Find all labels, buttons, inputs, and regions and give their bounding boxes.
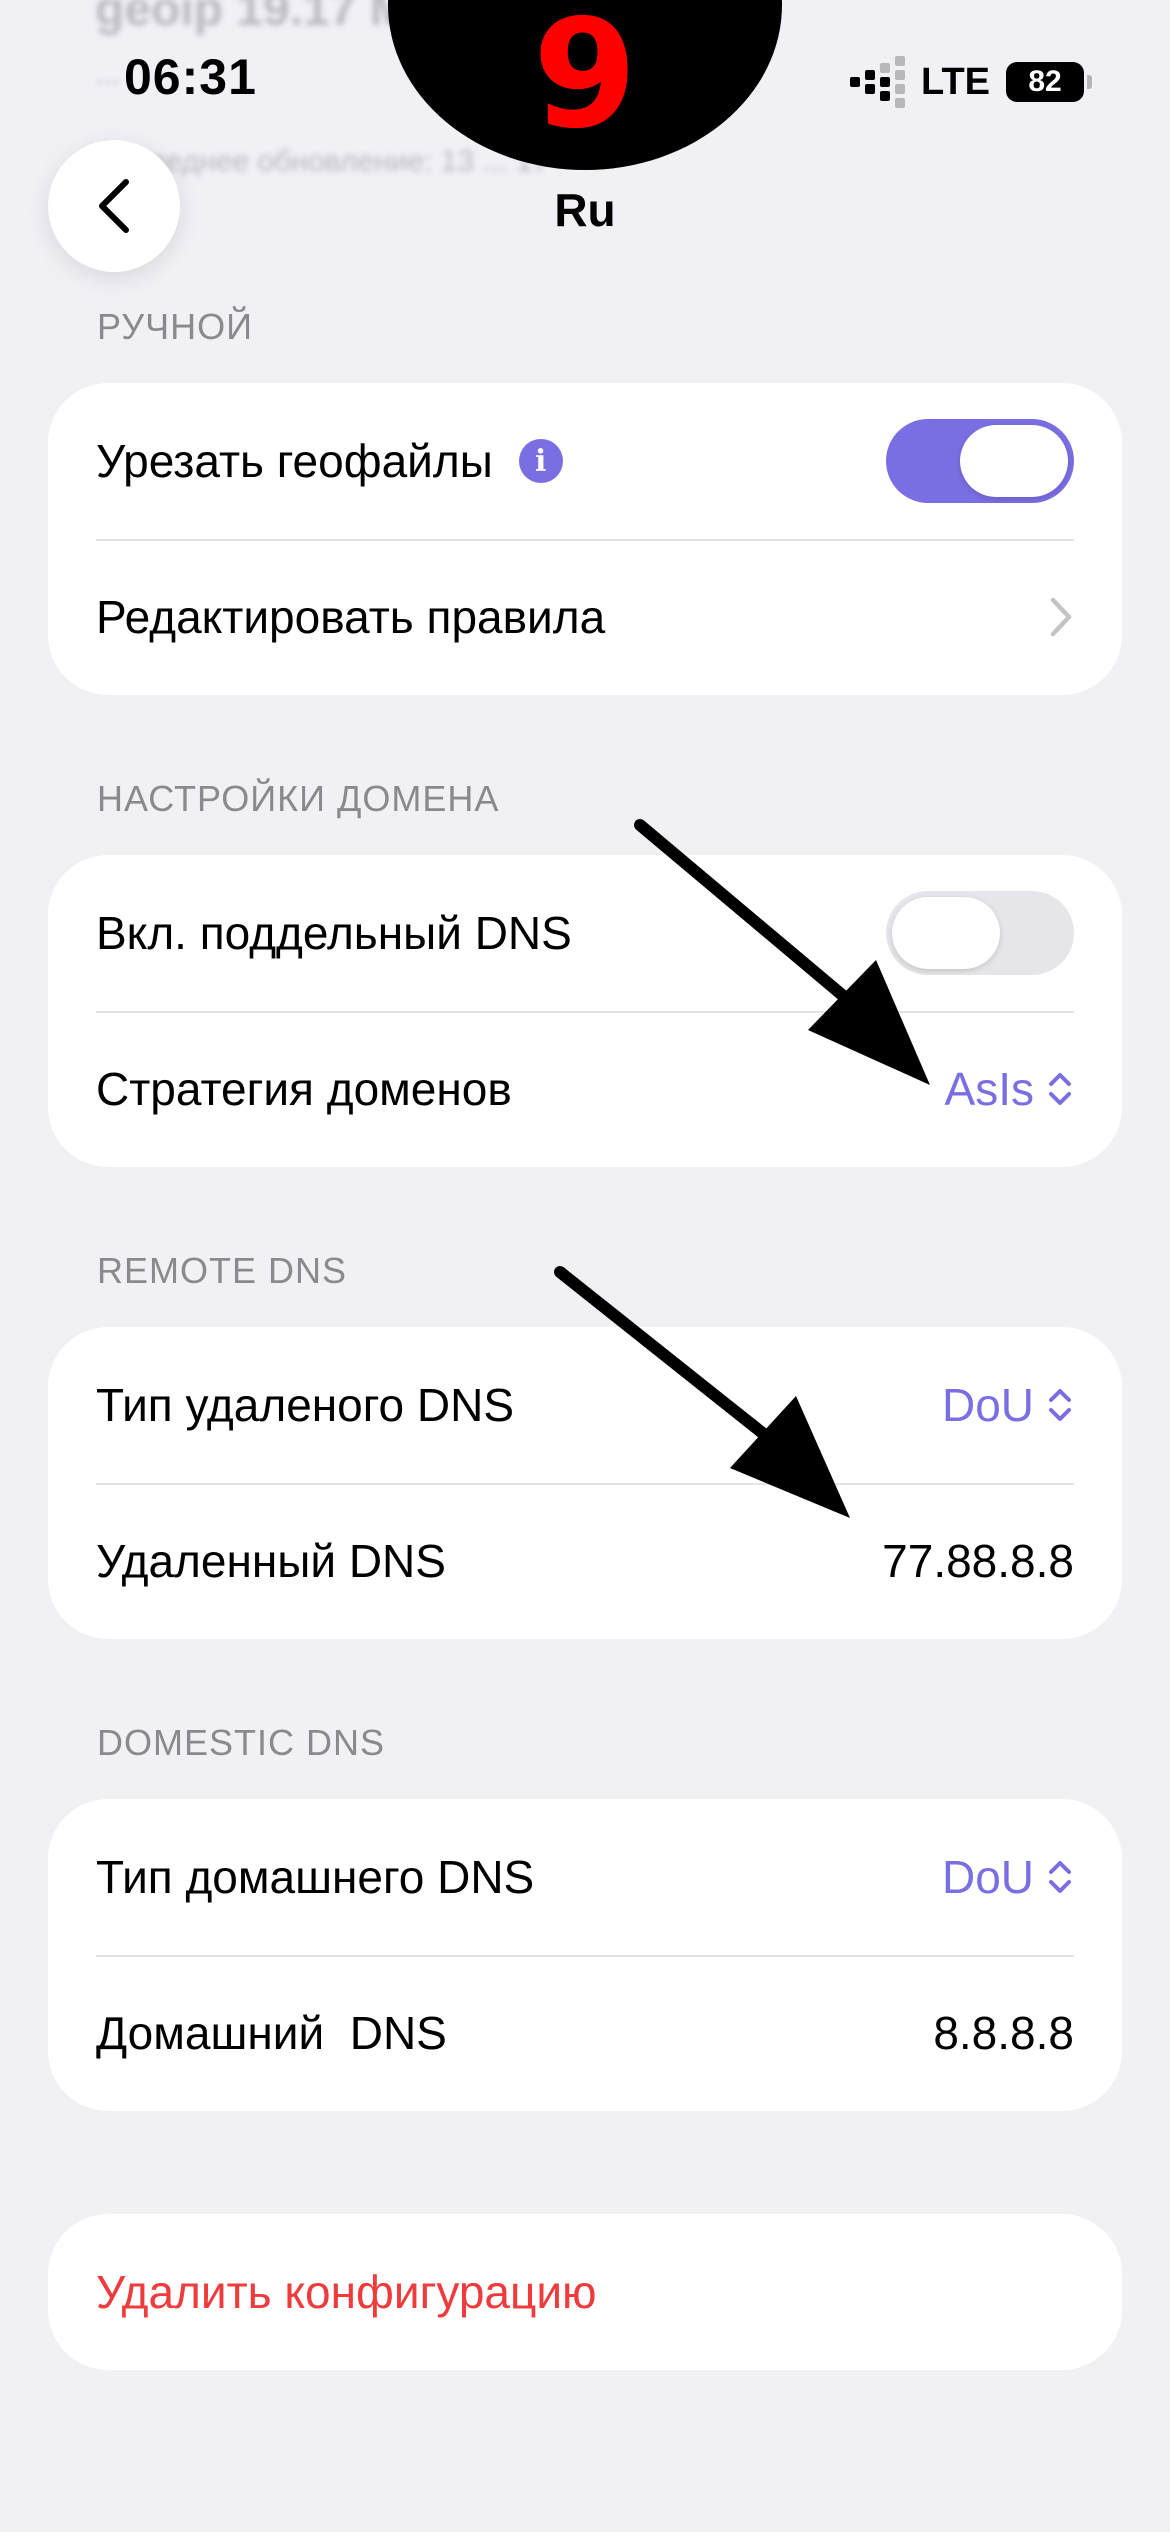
domestic-dns-type-picker[interactable]: DoU (942, 1850, 1074, 1904)
trim-geofiles-label: Урезать геофайлы (96, 435, 493, 487)
section-header-remote-dns: REMOTE DNS (97, 1250, 348, 1291)
section-header-domain: НАСТРОЙКИ ДОМЕНА (97, 778, 500, 819)
card-domestic-dns: Тип домашнего DNS DoU Домашний DNS 8.8.8… (48, 1799, 1122, 2111)
remote-dns-type-picker[interactable]: DoU (942, 1378, 1074, 1432)
battery-level: 82 (1006, 62, 1084, 102)
background-blurred-title: geoip 19.17 M (95, 0, 410, 36)
row-remote-dns-address[interactable]: Удаленный DNS 77.88.8.8 (48, 1483, 1122, 1639)
chevron-right-icon (1050, 597, 1072, 637)
row-edit-rules[interactable]: Редактировать правила (48, 539, 1122, 695)
card-remote-dns: Тип удаленого DNS DoU Удаленный DNS 77.8… (48, 1327, 1122, 1639)
fake-dns-label: Вкл. поддельный DNS (96, 907, 572, 959)
section-header-manual: РУЧНОЙ (97, 306, 253, 347)
section-header-domestic-dns: DOMESTIC DNS (97, 1722, 386, 1763)
info-icon[interactable]: i (518, 439, 563, 483)
row-domain-strategy: Стратегия доменов AsIs (48, 1011, 1122, 1167)
domain-strategy-label: Стратегия доменов (96, 1063, 512, 1115)
remote-dns-type-label: Тип удаленого DNS (96, 1379, 515, 1431)
delete-config-button[interactable]: Удалить конфигурацию (48, 2214, 1122, 2370)
card-manual: Урезать геофайлы i Редактировать правила (48, 383, 1122, 695)
chevron-up-down-icon (1049, 1861, 1071, 1893)
remote-dns-type-value: DoU (941, 1379, 1034, 1431)
remote-dns-label: Удаленный DNS (96, 1535, 446, 1587)
card-delete: Удалить конфигурацию (48, 2214, 1122, 2370)
domestic-dns-label: Домашний DNS (96, 2007, 447, 2059)
status-indicators: LTE 82 (850, 56, 1092, 108)
page-title: Ru (554, 184, 616, 236)
step-number: 9 (532, 0, 638, 162)
remote-dns-value[interactable]: 77.88.8.8 (882, 1534, 1074, 1588)
row-domestic-dns-address[interactable]: Домашний DNS 8.8.8.8 (48, 1955, 1122, 2111)
domestic-dns-type-value: DoU (941, 1851, 1034, 1903)
chevron-up-down-icon (1049, 1389, 1071, 1421)
row-domestic-dns-type: Тип домашнего DNS DoU (48, 1799, 1122, 1955)
card-domain: Вкл. поддельный DNS Стратегия доменов As… (48, 855, 1122, 1167)
delete-config-label: Удалить конфигурацию (96, 2266, 597, 2318)
domestic-dns-value[interactable]: 8.8.8.8 (933, 2006, 1074, 2060)
edit-rules-label: Редактировать правила (96, 591, 606, 643)
domain-strategy-value: AsIs (944, 1063, 1034, 1115)
trim-geofiles-toggle[interactable] (886, 419, 1074, 503)
row-trim-geofiles: Урезать геофайлы i (48, 383, 1122, 539)
battery-icon: 82 (1006, 62, 1092, 102)
fake-dns-toggle[interactable] (886, 891, 1074, 975)
domestic-dns-type-label: Тип домашнего DNS (96, 1851, 535, 1903)
status-time: 06:31 (124, 49, 257, 105)
row-remote-dns-type: Тип удаленого DNS DoU (48, 1327, 1122, 1483)
domain-strategy-picker[interactable]: AsIs (945, 1062, 1074, 1116)
row-fake-dns: Вкл. поддельный DNS (48, 855, 1122, 1011)
chevron-up-down-icon (1049, 1073, 1071, 1105)
network-type: LTE (921, 60, 990, 103)
cellular-signal-icon (850, 56, 906, 108)
